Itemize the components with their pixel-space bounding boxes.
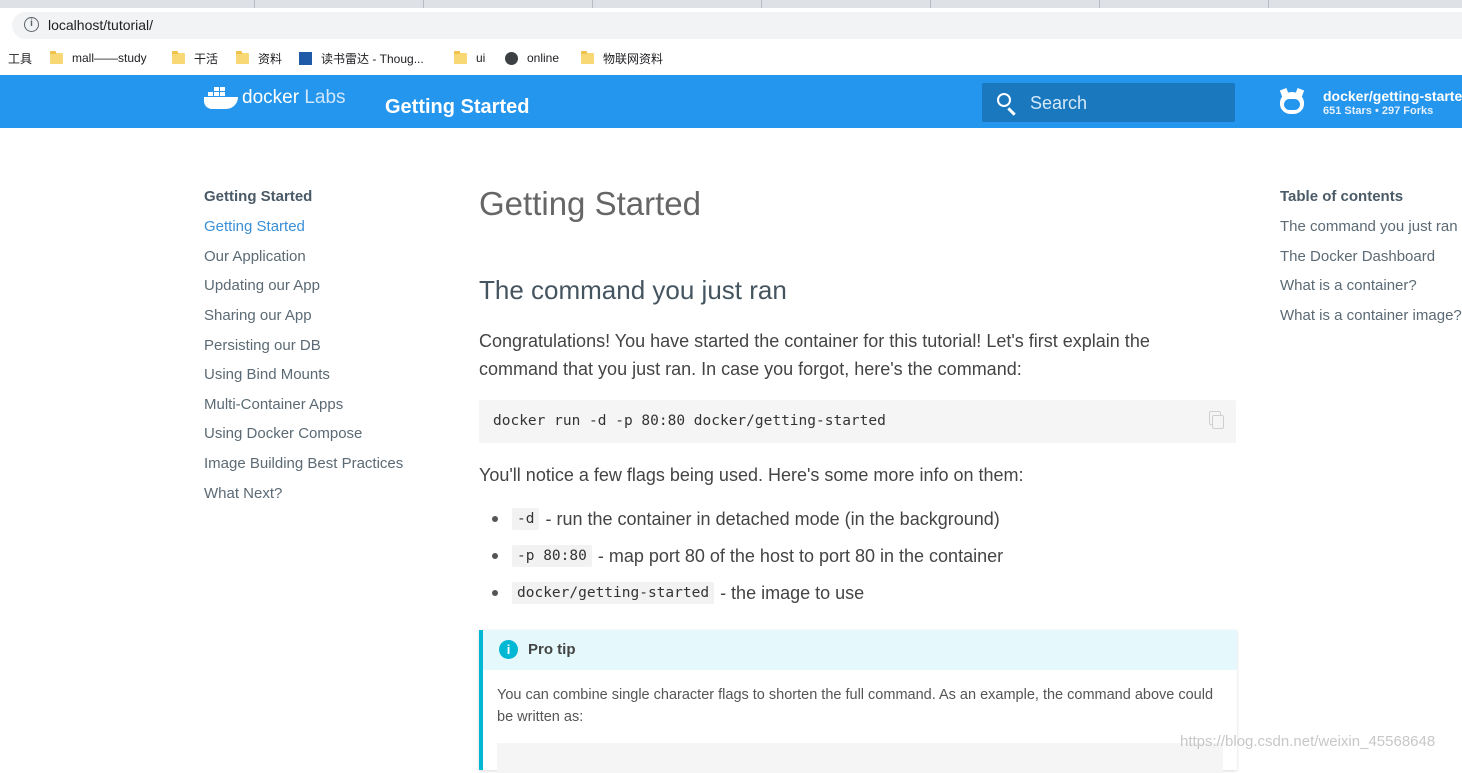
folder-icon (172, 50, 185, 64)
inline-code: -p 80:80 (512, 545, 592, 567)
toc-item-command-you-just-ran[interactable]: The command you just ran (1280, 218, 1458, 235)
flags-intro-paragraph: You'll notice a few flags being used. He… (479, 465, 1024, 485)
bookmark-label: 读书雷达 - Thoug... (321, 51, 424, 66)
nav-item-using-docker-compose[interactable]: Using Docker Compose (204, 425, 362, 442)
nav-section-title: Getting Started (204, 188, 313, 205)
bookmark-item[interactable]: 读书雷达 - Thoug... (299, 50, 424, 66)
toc-item-what-is-a-container[interactable]: What is a container? (1280, 277, 1417, 294)
bookmark-label: 物联网资料 (603, 51, 664, 66)
address-bar: i localhost/tutorial/ (0, 8, 1462, 41)
url-text[interactable]: localhost/tutorial/ (48, 17, 153, 33)
list-item: -p 80:80 - map port 80 of the host to po… (492, 545, 1003, 567)
folder-icon (236, 50, 249, 64)
nav-item-image-building-best-practices[interactable]: Image Building Best Practices (204, 455, 403, 472)
copy-icon[interactable] (1209, 411, 1224, 429)
tab-divider (254, 0, 255, 8)
bookmark-item[interactable]: 干活 (172, 50, 218, 66)
bullet-dot (492, 590, 498, 596)
repo-link[interactable]: docker/getting-started (1323, 88, 1462, 104)
search-input[interactable]: Search (982, 83, 1235, 122)
tab-divider (423, 0, 424, 8)
bookmark-item[interactable]: 物联网资料 (581, 50, 663, 66)
site-favicon-icon (299, 51, 312, 65)
section-heading: The command you just ran (479, 275, 787, 305)
docker-whale-icon (204, 87, 238, 109)
site-header: docker Labs Getting Started Search docke… (0, 75, 1462, 128)
repo-stats: 651 Stars • 297 Forks (1323, 105, 1434, 117)
command-code-block: docker run -d -p 80:80 docker/getting-st… (479, 400, 1236, 443)
tab-divider (1099, 0, 1100, 8)
pro-tip-code-block (497, 743, 1223, 773)
url-field[interactable] (12, 12, 1462, 39)
inline-code: -d (512, 508, 540, 530)
bookmark-item[interactable]: ui (454, 50, 485, 66)
toc-item-what-is-a-container-image[interactable]: What is a container image? (1280, 307, 1462, 324)
github-icon[interactable] (1280, 92, 1304, 114)
bookmark-item[interactable]: 工具 (8, 50, 32, 66)
tab-divider (761, 0, 762, 8)
bullet-dot (492, 553, 498, 559)
pro-tip-body: You can combine single character flags t… (497, 687, 1214, 725)
logo-text: docker Labs (242, 87, 346, 108)
watermark: https://blog.csdn.net/weixin_45568648 (1180, 733, 1436, 750)
info-icon: i (499, 640, 518, 659)
pro-tip-header: i Pro tip (483, 630, 1237, 670)
search-placeholder: Search (1030, 93, 1088, 113)
inline-code: docker/getting-started (512, 582, 715, 604)
bookmark-label: 工具 (8, 51, 33, 66)
intro-paragraph: Congratulations! You have started the co… (479, 331, 1150, 379)
search-icon (997, 93, 1011, 107)
bookmark-item[interactable]: mall——study (50, 50, 147, 66)
nav-item-sharing-our-app[interactable]: Sharing our App (204, 307, 312, 324)
nav-item-persisting-our-db[interactable]: Persisting our DB (204, 337, 321, 354)
bullet-dot (492, 516, 498, 522)
pro-tip-title: Pro tip (528, 641, 576, 658)
bookmark-label: ui (476, 51, 486, 65)
nav-item-getting-started[interactable]: Getting Started (204, 218, 305, 235)
tab-divider (930, 0, 931, 8)
nav-item-multi-container-apps[interactable]: Multi-Container Apps (204, 396, 343, 413)
list-item: -d - run the container in detached mode … (492, 508, 1000, 530)
bookmark-label: online (527, 51, 560, 65)
docker-labs-logo[interactable]: docker Labs (204, 87, 346, 109)
bookmark-item[interactable]: online (505, 50, 559, 66)
browser-tab-strip (0, 0, 1462, 8)
list-item-text: - the image to use (720, 582, 865, 603)
site-info-icon[interactable]: i (24, 17, 39, 32)
list-item-text: - run the container in detached mode (in… (545, 508, 1000, 529)
list-item-text: - map port 80 of the host to port 80 in … (597, 545, 1004, 566)
bookmark-label: 干活 (194, 51, 219, 66)
pro-tip-callout: i Pro tip You can combine single charact… (479, 630, 1237, 773)
tab-divider (592, 0, 593, 8)
header-title: Getting Started (385, 96, 530, 118)
tab-divider (1268, 0, 1269, 8)
page-title: Getting Started (479, 185, 701, 222)
nav-item-updating-our-app[interactable]: Updating our App (204, 277, 320, 294)
toc-item-docker-dashboard[interactable]: The Docker Dashboard (1280, 248, 1435, 265)
folder-icon (50, 50, 63, 64)
list-item: docker/getting-started - the image to us… (492, 582, 864, 604)
bookmarks-bar: 工具 mall——study 干活 资料 读书雷达 - Thoug... ui … (0, 41, 1462, 75)
folder-icon (454, 50, 467, 64)
nav-item-what-next[interactable]: What Next? (204, 485, 282, 502)
nav-item-our-application[interactable]: Our Application (204, 248, 306, 265)
bookmark-item[interactable]: 资料 (236, 50, 282, 66)
toc-title: Table of contents (1280, 188, 1404, 205)
command-code[interactable]: docker run -d -p 80:80 docker/getting-st… (493, 413, 886, 429)
folder-icon (581, 50, 594, 64)
bookmark-label: mall——study (72, 51, 147, 65)
nav-item-using-bind-mounts[interactable]: Using Bind Mounts (204, 366, 330, 383)
bookmark-label: 资料 (258, 51, 283, 66)
globe-icon (505, 51, 518, 65)
